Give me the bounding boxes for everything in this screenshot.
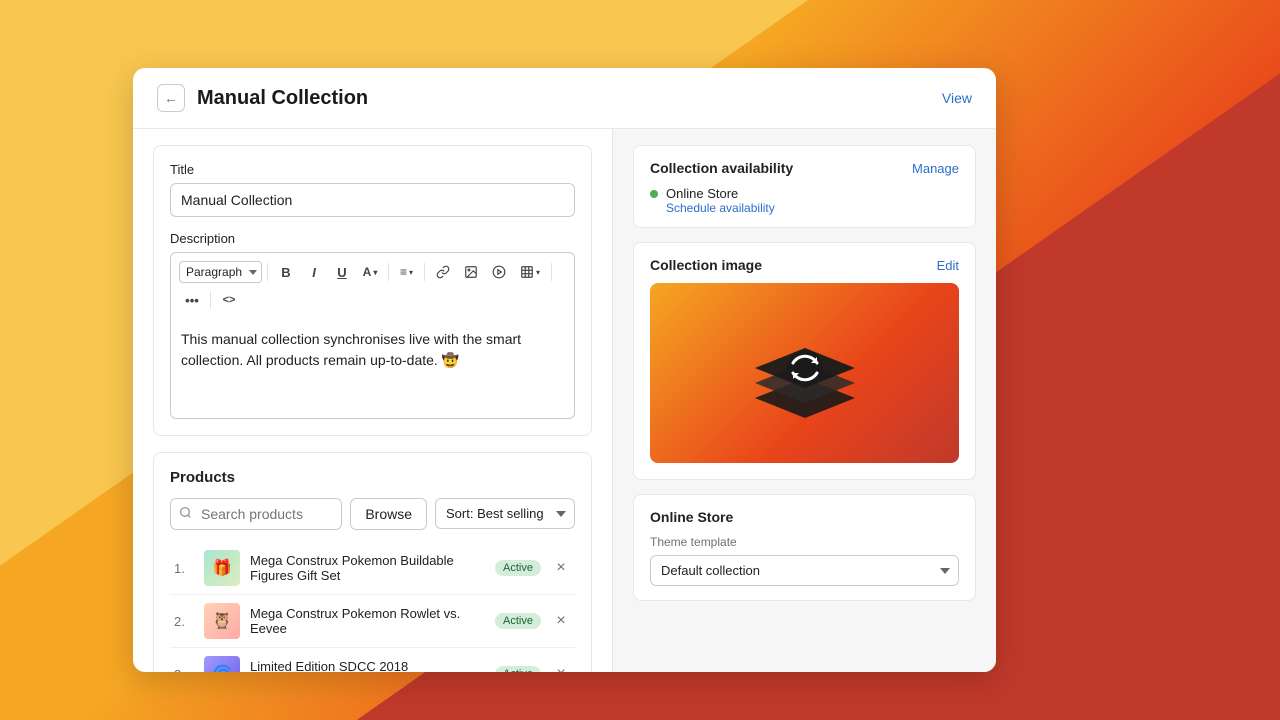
product-num: 2.: [174, 614, 194, 629]
availability-item: Online Store Schedule availability: [634, 186, 975, 227]
align-button[interactable]: ≡ ▾: [394, 259, 419, 285]
remove-button[interactable]: ×: [551, 664, 571, 672]
table-row: 2. 🦉 Mega Construx Pokemon Rowlet vs. Ee…: [170, 595, 575, 648]
link-button[interactable]: [430, 259, 456, 285]
search-box: [170, 498, 342, 530]
title-label: Title: [170, 162, 575, 177]
products-section-title: Products: [170, 469, 575, 486]
online-store-header: Online Store: [634, 495, 975, 535]
availability-card-header: Collection availability Manage: [634, 146, 975, 186]
availability-title: Collection availability: [650, 160, 793, 176]
online-indicator: [650, 190, 658, 198]
product-thumbnail: 🌀: [204, 656, 240, 672]
theme-select[interactable]: Default collection Custom template: [650, 555, 959, 586]
product-name: Mega Construx Pokemon Rowlet vs. Eevee: [250, 606, 485, 636]
online-store-card: Online Store Theme template Default coll…: [633, 494, 976, 601]
search-browse-row: Browse Sort: Best selling: [170, 498, 575, 530]
image-card-header: Collection image Edit: [634, 243, 975, 283]
video-button[interactable]: [486, 259, 512, 285]
more-button[interactable]: •••: [179, 287, 205, 313]
code-button[interactable]: <>: [216, 287, 242, 313]
status-badge: Active: [495, 613, 541, 629]
online-store-title: Online Store: [650, 509, 733, 525]
header-left: ← Manual Collection: [157, 84, 368, 112]
right-panel: Collection availability Manage Online St…: [613, 129, 996, 672]
image-button[interactable]: [458, 259, 484, 285]
product-name: Limited Edition SDCC 2018 GengaryMega Co…: [250, 659, 485, 672]
status-badge: Active: [495, 560, 541, 576]
card-content: Title Description Paragraph B I U A ▾: [133, 129, 996, 672]
toolbar-divider-3: [424, 263, 425, 281]
theme-select-wrap: Theme template Default collection Custom…: [634, 535, 975, 600]
left-panel: Title Description Paragraph B I U A ▾: [133, 129, 613, 672]
edit-image-link[interactable]: Edit: [937, 258, 959, 273]
manage-link[interactable]: Manage: [912, 161, 959, 176]
product-thumbnail: 🦉: [204, 603, 240, 639]
title-description-section: Title Description Paragraph B I U A ▾: [153, 145, 592, 436]
table-row: 1. 🎁 Mega Construx Pokemon Buildable Fig…: [170, 542, 575, 595]
collection-image-title: Collection image: [650, 257, 762, 273]
product-num: 3.: [174, 667, 194, 673]
italic-button[interactable]: I: [301, 259, 327, 285]
title-input[interactable]: [170, 183, 575, 217]
back-button[interactable]: ←: [157, 84, 185, 112]
remove-button[interactable]: ×: [551, 558, 571, 578]
search-input[interactable]: [170, 498, 342, 530]
remove-button[interactable]: ×: [551, 611, 571, 631]
toolbar-divider-4: [551, 263, 552, 281]
toolbar-divider-5: [210, 291, 211, 309]
product-thumbnail: 🎁: [204, 550, 240, 586]
sort-select[interactable]: Sort: Best selling: [435, 498, 575, 529]
editor-body[interactable]: This manual collection synchronises live…: [170, 319, 575, 419]
collection-image-box: [650, 283, 959, 463]
store-name: Online Store: [666, 186, 775, 201]
sort-select-wrap: Sort: Best selling: [435, 498, 575, 530]
description-label: Description: [170, 231, 575, 246]
product-num: 1.: [174, 561, 194, 576]
table-button[interactable]: ▾: [514, 259, 546, 285]
search-icon: [179, 506, 192, 522]
view-link[interactable]: View: [942, 90, 972, 106]
products-section: Products Browse Sort: Best selling: [153, 452, 592, 672]
collection-image-svg: [745, 323, 865, 423]
main-card: ← Manual Collection View Title Descripti…: [133, 68, 996, 672]
toolbar-divider-2: [388, 263, 389, 281]
status-badge: Active: [495, 666, 541, 672]
card-header: ← Manual Collection View: [133, 68, 996, 129]
toolbar-divider-1: [267, 263, 268, 281]
product-name: Mega Construx Pokemon Buildable Figures …: [250, 553, 485, 583]
editor-toolbar: Paragraph B I U A ▾ ≡ ▾: [170, 252, 575, 319]
collection-image-wrap: [634, 283, 975, 479]
collection-image-card: Collection image Edit: [633, 242, 976, 480]
table-row: 3. 🌀 Limited Edition SDCC 2018 GengaryMe…: [170, 648, 575, 672]
page-title: Manual Collection: [197, 87, 368, 110]
font-color-button[interactable]: A ▾: [357, 259, 383, 285]
paragraph-select[interactable]: Paragraph: [179, 261, 262, 283]
product-list: 1. 🎁 Mega Construx Pokemon Buildable Fig…: [170, 542, 575, 672]
browse-button[interactable]: Browse: [350, 498, 427, 530]
underline-button[interactable]: U: [329, 259, 355, 285]
schedule-link[interactable]: Schedule availability: [666, 201, 775, 215]
collection-availability-card: Collection availability Manage Online St…: [633, 145, 976, 228]
bold-button[interactable]: B: [273, 259, 299, 285]
theme-label: Theme template: [650, 535, 959, 549]
availability-text-group: Online Store Schedule availability: [666, 186, 775, 215]
